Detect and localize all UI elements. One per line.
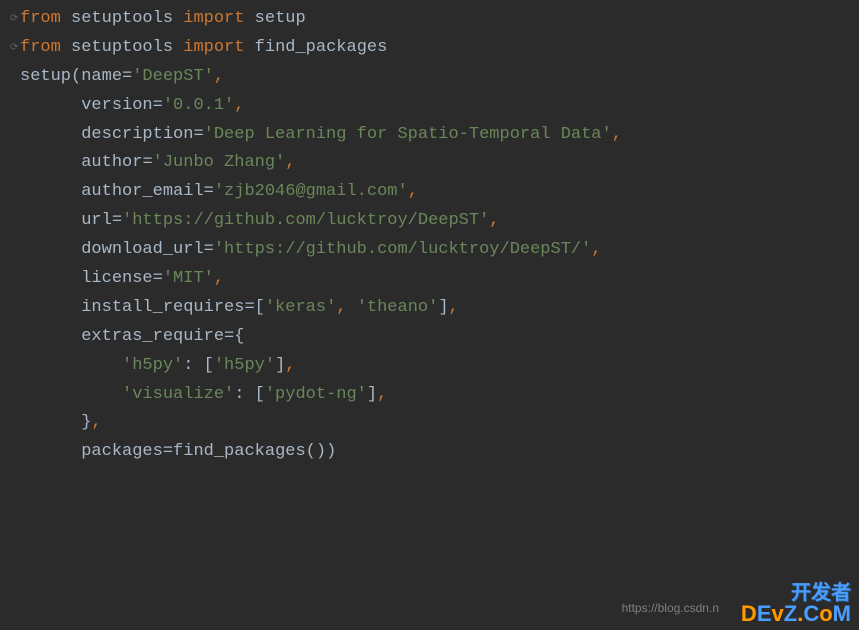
watermark-logo-cn: 开发者 (791, 583, 851, 603)
code-line-extras-visualize: 'visualize': ['pydot-ng'], (10, 381, 859, 410)
code-line-extras-require: extras_require={ (10, 323, 859, 352)
code-line-extras-close: }, (10, 409, 859, 438)
code-editor[interactable]: ⟳from setuptools import setup ⟳from setu… (0, 0, 859, 472)
gutter-arrow-icon: ⟳ (10, 11, 18, 28)
code-line-url: url='https://github.com/lucktroy/DeepST'… (10, 207, 859, 236)
code-line-install-requires: install_requires=['keras', 'theano'], (10, 294, 859, 323)
code-line-description: description='Deep Learning for Spatio-Te… (10, 121, 859, 150)
code-line-packages: packages=find_packages()) (10, 438, 859, 467)
watermark-logo: 开发者 DEvZ.CoM (741, 583, 851, 625)
code-line-extras-h5py: 'h5py': ['h5py'], (10, 352, 859, 381)
code-line-download-url: download_url='https://github.com/lucktro… (10, 236, 859, 265)
watermark-url: https://blog.csdn.n (622, 598, 719, 618)
gutter-arrow-icon: ⟳ (10, 40, 18, 57)
code-line-version: version='0.0.1', (10, 92, 859, 121)
code-line-setup: setup(name='DeepST', (10, 63, 859, 92)
watermark-logo-en: DEvZ.CoM (741, 603, 851, 625)
code-line-license: license='MIT', (10, 265, 859, 294)
code-line-author: author='Junbo Zhang', (10, 149, 859, 178)
code-line-2: ⟳from setuptools import find_packages (10, 34, 859, 63)
code-line-author-email: author_email='zjb2046@gmail.com', (10, 178, 859, 207)
code-line-1: ⟳from setuptools import setup (10, 5, 859, 34)
